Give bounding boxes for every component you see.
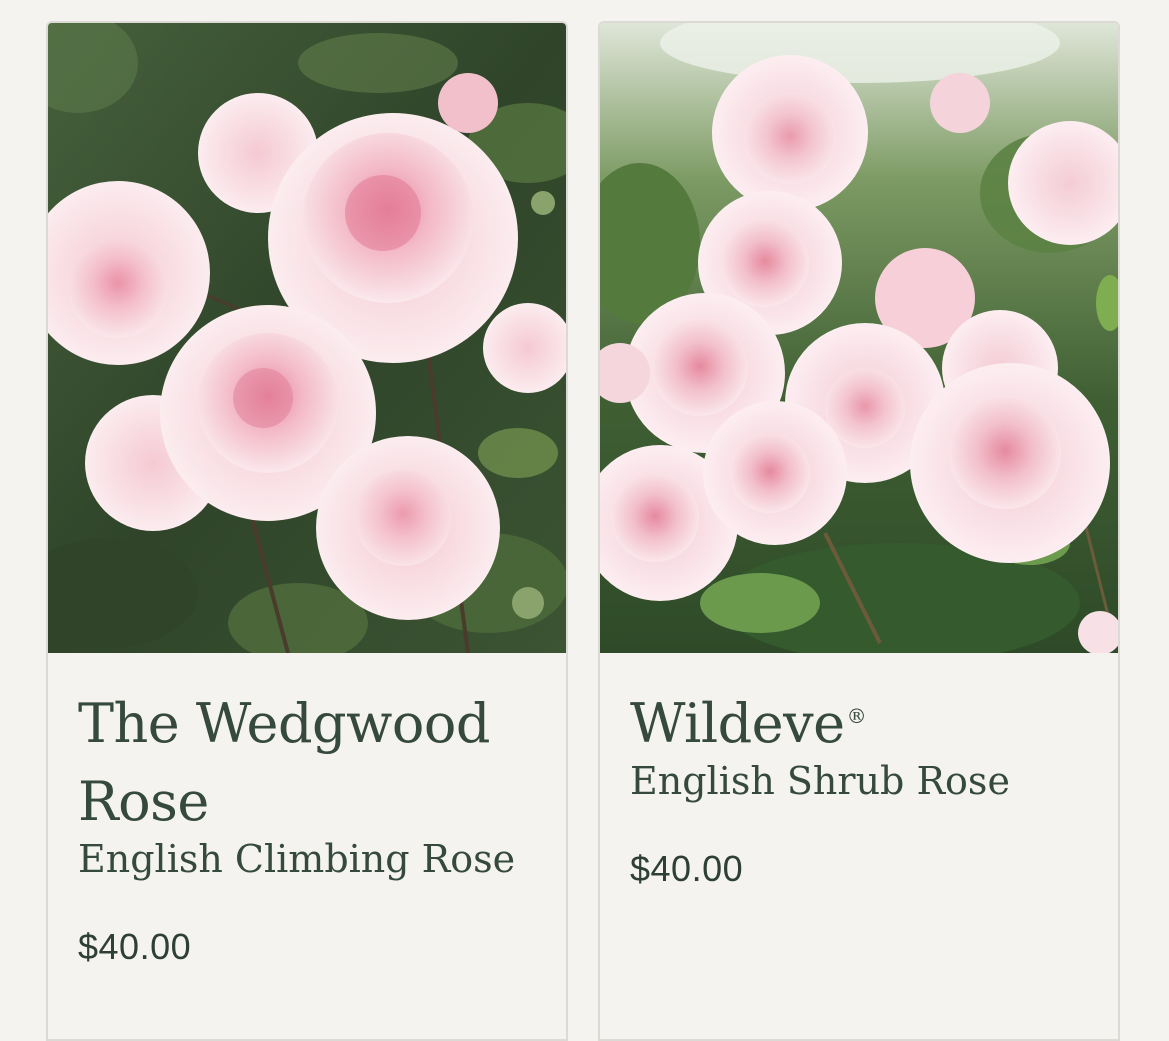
product-price: $40.00 <box>630 848 744 889</box>
product-info: The Wedgwood Rose English Climbing Rose … <box>78 653 546 969</box>
product-price: $40.00 <box>78 926 192 967</box>
product-type: English Shrub Rose <box>630 759 1010 803</box>
product-name[interactable]: Wildeve ® <box>630 685 1098 763</box>
product-card-wildeve[interactable]: Wildeve ® English Shrub Rose $40.00 <box>598 21 1120 1041</box>
rose-photo-illustration <box>48 23 566 653</box>
product-image-wildeve[interactable] <box>600 23 1118 653</box>
product-name-text[interactable]: Wildeve <box>630 692 845 755</box>
product-image-wedgwood-rose[interactable] <box>48 23 566 653</box>
product-grid: The Wedgwood Rose English Climbing Rose … <box>46 21 1126 1041</box>
rose-photo-illustration <box>600 23 1118 653</box>
product-name-text[interactable]: The Wedgwood Rose <box>78 692 490 833</box>
product-info: Wildeve ® English Shrub Rose $40.00 <box>630 653 1098 891</box>
product-name[interactable]: The Wedgwood Rose <box>78 685 546 841</box>
product-card-wedgwood-rose[interactable]: The Wedgwood Rose English Climbing Rose … <box>46 21 568 1041</box>
product-type: English Climbing Rose <box>78 837 516 881</box>
registered-trademark-symbol: ® <box>846 704 867 728</box>
